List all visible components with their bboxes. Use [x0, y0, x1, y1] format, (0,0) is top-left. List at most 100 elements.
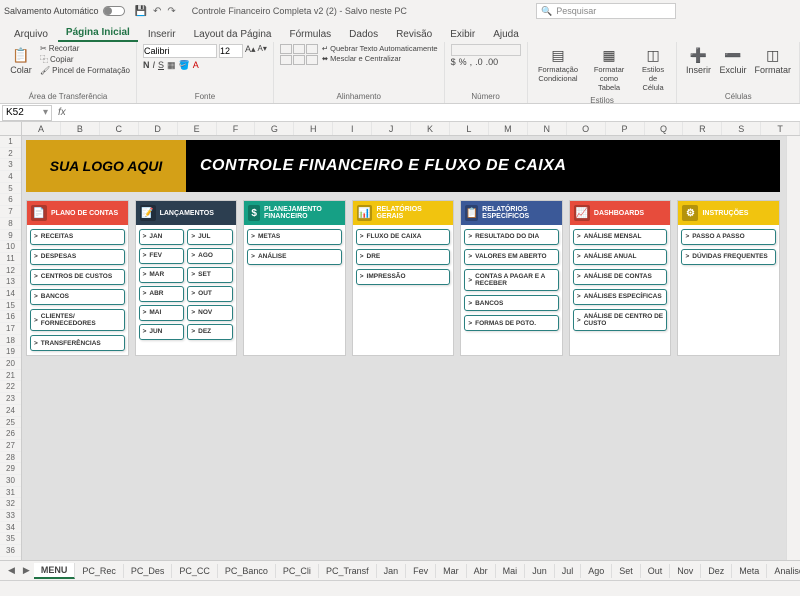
menu-item[interactable]: JAN [139, 229, 185, 245]
menu-item[interactable]: PASSO A PASSO [681, 229, 776, 245]
tab-revisão[interactable]: Revisão [388, 27, 440, 42]
font-color-icon[interactable]: A [193, 60, 199, 71]
menu-item[interactable]: CONTAS A PAGAR E A RECEBER [464, 269, 559, 291]
menu-item[interactable]: DÚVIDAS FREQUENTES [681, 249, 776, 265]
name-box[interactable]: K52▾ [2, 105, 52, 121]
col-header[interactable]: P [606, 122, 645, 135]
row-header[interactable]: 32 [0, 498, 21, 510]
cell-styles-button[interactable]: ◫Estilos de Célula [636, 44, 671, 94]
select-all-corner[interactable] [0, 122, 22, 135]
row-header[interactable]: 30 [0, 475, 21, 487]
sheet-tab[interactable]: Out [641, 564, 671, 578]
row-header[interactable]: 14 [0, 288, 21, 300]
col-header[interactable]: O [567, 122, 606, 135]
decimal-inc-icon[interactable]: .0 [475, 57, 483, 67]
row-header[interactable]: 26 [0, 428, 21, 440]
tab-fórmulas[interactable]: Fórmulas [281, 27, 339, 42]
number-format-select[interactable] [451, 44, 521, 56]
col-header[interactable]: R [683, 122, 722, 135]
sheet-tab[interactable]: Mai [496, 564, 526, 578]
tab-arquivo[interactable]: Arquivo [6, 27, 56, 42]
row-header[interactable]: 17 [0, 323, 21, 335]
col-header[interactable]: I [333, 122, 372, 135]
row-header[interactable]: 31 [0, 487, 21, 499]
search-input[interactable]: 🔍 Pesquisar [536, 3, 676, 19]
col-header[interactable]: Q [645, 122, 684, 135]
undo-icon[interactable]: ↶ [153, 6, 161, 17]
increase-font-icon[interactable]: A▴ [245, 44, 256, 58]
row-header[interactable]: 35 [0, 533, 21, 545]
save-icon[interactable]: 💾 [135, 6, 147, 17]
wrap-text-button[interactable]: ↵Quebrar Texto Automaticamente [322, 44, 438, 53]
row-header[interactable]: 16 [0, 311, 21, 323]
sheet-tab[interactable]: Abr [467, 564, 496, 578]
menu-item[interactable]: ANÁLISE ANUAL [573, 249, 668, 265]
tab-exibir[interactable]: Exibir [442, 27, 483, 42]
row-header[interactable]: 24 [0, 405, 21, 417]
row-header[interactable]: 4 [0, 171, 21, 183]
row-header[interactable]: 29 [0, 463, 21, 475]
sheet-tab[interactable]: Analise [767, 564, 800, 578]
row-header[interactable]: 21 [0, 370, 21, 382]
row-header[interactable]: 18 [0, 335, 21, 347]
sheet-tab[interactable]: PC_Banco [218, 564, 276, 578]
col-header[interactable]: T [761, 122, 800, 135]
col-header[interactable]: S [722, 122, 761, 135]
col-header[interactable]: D [139, 122, 178, 135]
row-header[interactable]: 12 [0, 265, 21, 277]
menu-item[interactable]: ANÁLISE DE CENTRO DE CUSTO [573, 309, 668, 331]
menu-item[interactable]: TRANSFERÊNCIAS [30, 335, 125, 351]
menu-item[interactable]: ANÁLISE [247, 249, 342, 265]
sheet-tab[interactable]: Jun [525, 564, 555, 578]
format-painter-button[interactable]: 🖌Pincel de Formatação [40, 66, 130, 75]
row-header[interactable]: 25 [0, 417, 21, 429]
row-header[interactable]: 2 [0, 148, 21, 160]
sheet-tab[interactable]: Fev [406, 564, 436, 578]
row-header[interactable]: 3 [0, 159, 21, 171]
tab-página-inicial[interactable]: Página Inicial [58, 25, 138, 42]
bold-button[interactable]: N [143, 60, 150, 71]
menu-item[interactable]: SET [187, 267, 233, 283]
menu-item[interactable]: JUN [139, 324, 185, 340]
sheet-tab[interactable]: PC_Cli [276, 564, 319, 578]
font-name-select[interactable] [143, 44, 217, 58]
row-header[interactable]: 22 [0, 381, 21, 393]
fill-color-icon[interactable]: 🪣 [179, 60, 190, 71]
row-header[interactable]: 27 [0, 440, 21, 452]
menu-item[interactable]: VALORES EM ABERTO [464, 249, 559, 265]
percent-icon[interactable]: % [459, 57, 467, 67]
menu-item[interactable]: CLIENTES/ FORNECEDORES [30, 309, 125, 331]
sheet-tab[interactable]: Dez [701, 564, 732, 578]
sheet-tab[interactable]: Set [612, 564, 641, 578]
sheet-tab[interactable]: PC_Transf [319, 564, 377, 578]
menu-item[interactable]: JUL [187, 229, 233, 245]
decimal-dec-icon[interactable]: .00 [486, 57, 499, 67]
menu-item[interactable]: FLUXO DE CAIXA [356, 229, 451, 245]
row-header[interactable]: 10 [0, 241, 21, 253]
font-size-select[interactable] [219, 44, 243, 58]
sheet-nav-next[interactable]: ▶ [19, 565, 34, 576]
col-header[interactable]: N [528, 122, 567, 135]
tab-dados[interactable]: Dados [341, 27, 386, 42]
col-header[interactable]: M [489, 122, 528, 135]
row-header[interactable]: 9 [0, 230, 21, 242]
menu-item[interactable]: AGO [187, 248, 233, 264]
row-header[interactable]: 19 [0, 346, 21, 358]
format-table-button[interactable]: ▦Formatar como Tabela [586, 44, 631, 94]
decrease-font-icon[interactable]: A▾ [258, 44, 267, 58]
col-header[interactable]: L [450, 122, 489, 135]
sheet-tab[interactable]: Nov [670, 564, 701, 578]
sheet-nav-prev[interactable]: ◀ [4, 565, 19, 576]
menu-item[interactable]: DEZ [187, 324, 233, 340]
col-header[interactable]: H [294, 122, 333, 135]
col-header[interactable]: J [372, 122, 411, 135]
menu-item[interactable]: MAR [139, 267, 185, 283]
col-header[interactable]: G [255, 122, 294, 135]
paste-button[interactable]: 📋Colar [6, 44, 36, 77]
menu-item[interactable]: RESULTADO DO DIA [464, 229, 559, 245]
underline-button[interactable]: S [158, 60, 164, 71]
autosave-toggle[interactable]: Salvamento Automático [4, 6, 125, 16]
border-icon[interactable]: ▦ [167, 60, 176, 71]
sheet-tab[interactable]: Jul [555, 564, 582, 578]
menu-item[interactable]: RECEITAS [30, 229, 125, 245]
